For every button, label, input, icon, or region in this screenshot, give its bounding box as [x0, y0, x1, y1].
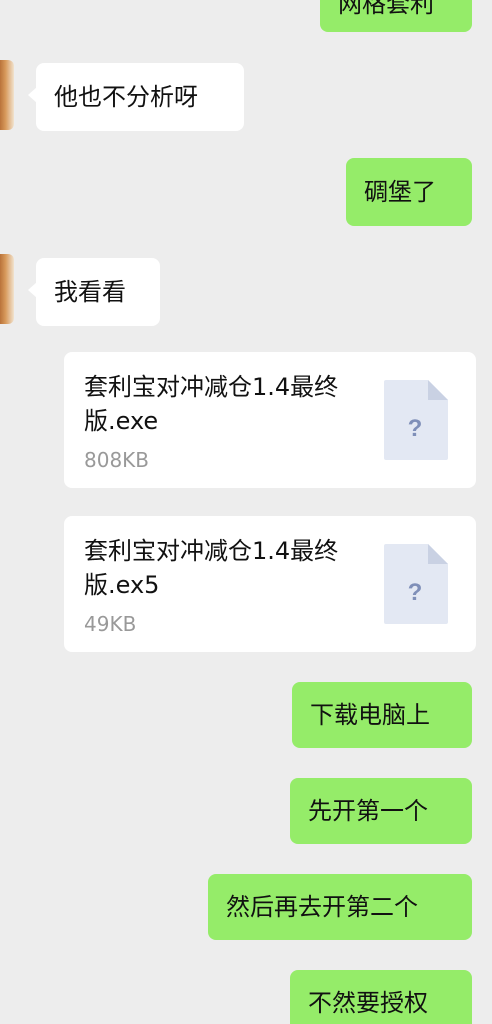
message-text: 我看看 — [54, 278, 126, 306]
incoming-message[interactable]: 他也不分析呀 — [28, 63, 244, 131]
file-icon-glyph: ? — [408, 415, 423, 442]
file-message[interactable]: 套利宝对冲减仓1.4最终版.ex5 49KB ? — [64, 516, 476, 652]
outgoing-message[interactable]: 先开第一个 — [290, 778, 472, 844]
message-text: 先开第一个 — [308, 797, 428, 825]
chat-view: 网格套利 他也不分析呀 碉堡了 我看看 套利宝对冲减仓1.4最终版.exe 80… — [0, 0, 492, 1024]
outgoing-message[interactable]: 碉堡了 — [346, 158, 472, 226]
file-message[interactable]: 套利宝对冲减仓1.4最终版.exe 808KB ? — [64, 352, 476, 488]
message-text: 不然要授权 — [308, 989, 428, 1017]
message-text: 网格套利 — [338, 0, 434, 18]
file-size: 808KB — [84, 448, 150, 472]
file-name: 套利宝对冲减仓1.4最终版.ex5 — [84, 537, 339, 599]
unknown-file-icon: ? — [384, 380, 448, 460]
message-text: 碉堡了 — [364, 178, 436, 206]
message-text: 然后再去开第二个 — [226, 893, 418, 921]
outgoing-message[interactable]: 不然要授权 — [290, 970, 472, 1024]
message-text: 他也不分析呀 — [54, 83, 198, 111]
file-icon-glyph: ? — [408, 579, 423, 606]
file-name: 套利宝对冲减仓1.4最终版.exe — [84, 373, 339, 435]
file-size: 49KB — [84, 612, 137, 636]
message-text: 下载电脑上 — [310, 701, 430, 729]
incoming-message[interactable]: 我看看 — [28, 258, 160, 326]
contact-avatar[interactable] — [0, 60, 14, 130]
unknown-file-icon: ? — [384, 544, 448, 624]
outgoing-message[interactable]: 网格套利 — [320, 0, 472, 32]
outgoing-message[interactable]: 然后再去开第二个 — [208, 874, 472, 940]
outgoing-message[interactable]: 下载电脑上 — [292, 682, 472, 748]
contact-avatar[interactable] — [0, 254, 14, 324]
